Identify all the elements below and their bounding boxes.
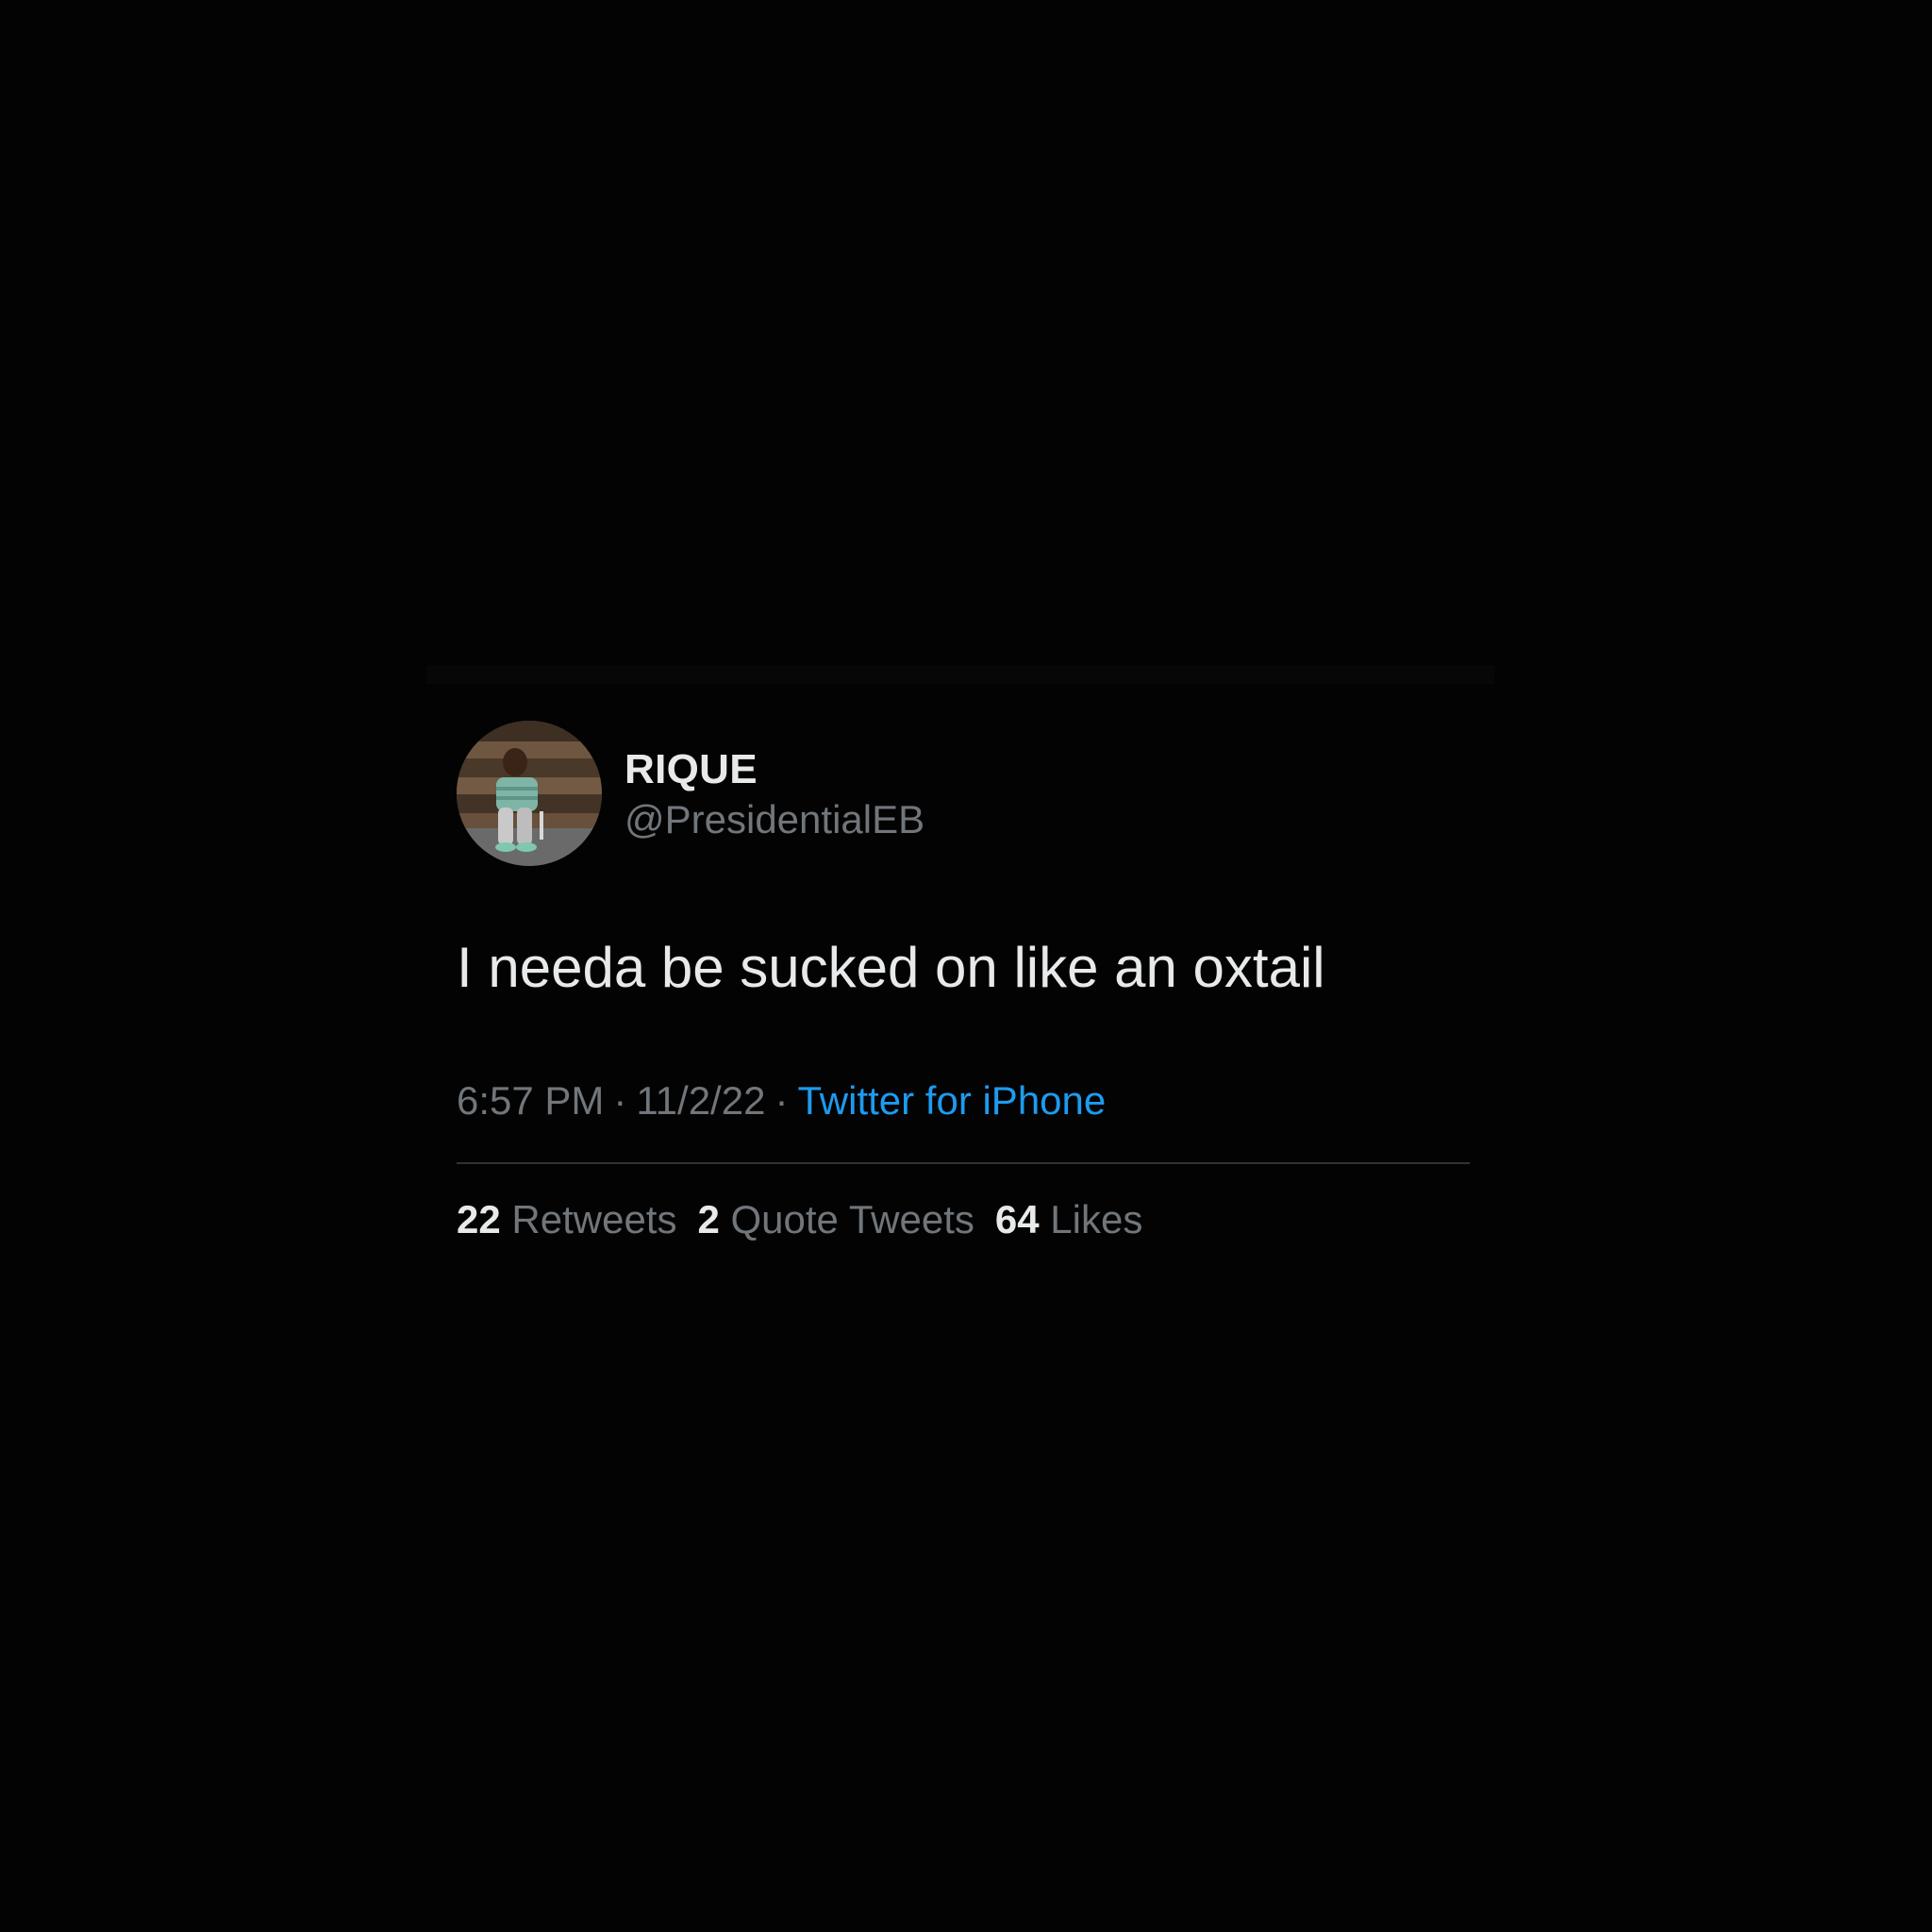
tweet-metadata: 6:57 PM · 11/2/22 · Twitter for iPhone (457, 1077, 1106, 1124)
likes-label: Likes (1050, 1197, 1143, 1241)
tweet-card: RIQUE @PresidentialEB I needa be sucked … (457, 721, 1470, 1258)
user-handle[interactable]: @PresidentialEB (625, 800, 924, 840)
tweet-text: I needa be sucked on like an oxtail (457, 936, 1325, 999)
retweets-count: 22 (457, 1197, 501, 1241)
tweet-source-link[interactable]: Twitter for iPhone (797, 1078, 1106, 1123)
retweets-stat[interactable]: 22 Retweets (457, 1197, 676, 1241)
retweets-label: Retweets (511, 1197, 677, 1241)
engagement-stats: 22 Retweets 2 Quote Tweets 64 Likes (457, 1196, 1163, 1243)
likes-stat[interactable]: 64 Likes (995, 1197, 1142, 1241)
meta-separator: · (613, 1078, 627, 1123)
quote-tweets-stat[interactable]: 2 Quote Tweets (697, 1197, 974, 1241)
quote-tweets-count: 2 (697, 1197, 720, 1241)
likes-count: 64 (994, 1197, 1040, 1241)
tweet-time[interactable]: 6:57 PM (457, 1078, 604, 1123)
avatar[interactable] (457, 721, 602, 866)
meta-separator: · (774, 1078, 789, 1123)
quote-tweets-label: Quote Tweets (730, 1197, 974, 1241)
card-top-edge (426, 665, 1494, 684)
avatar-photo (457, 721, 602, 866)
tweet-date[interactable]: 11/2/22 (636, 1078, 765, 1123)
display-name[interactable]: RIQUE (625, 749, 758, 791)
divider (457, 1162, 1470, 1164)
